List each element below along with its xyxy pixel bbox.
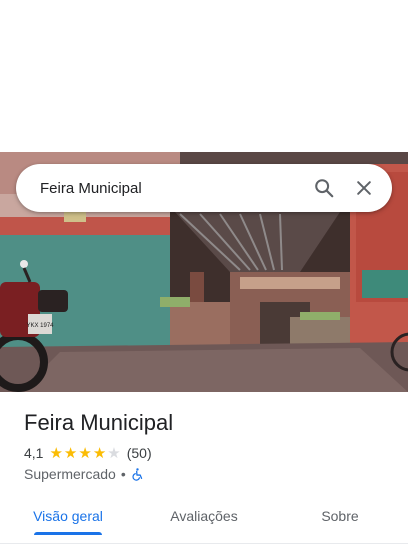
active-tab-indicator [34, 532, 102, 535]
tab-about[interactable]: Sobre [272, 496, 408, 543]
review-count[interactable]: (50) [127, 445, 152, 461]
separator: • [120, 466, 126, 482]
place-title: Feira Municipal [24, 410, 174, 435]
map-blank-area [0, 0, 408, 152]
search-button[interactable] [304, 168, 344, 208]
license-plate-text: YKX 1974 [26, 323, 54, 329]
wheelchair-icon [131, 467, 144, 481]
rating-value: 4,1 [24, 445, 44, 461]
rating-row[interactable]: 4,1 ★ ★ ★ ★ ★ (50) [24, 443, 152, 463]
star-empty-icon: ★ [107, 444, 121, 462]
tab-label: Visão geral [33, 508, 103, 524]
place-category: Supermercado [24, 466, 116, 482]
star-icon: ★ [63, 444, 78, 462]
place-tabs: Visão geral Avaliações Sobre [0, 496, 408, 544]
tab-label: Avaliações [170, 508, 238, 524]
close-icon [357, 181, 371, 195]
search-icon [315, 179, 334, 198]
star-icon: ★ [78, 444, 92, 462]
clear-search-button[interactable] [344, 168, 384, 208]
star-icon: ★ [49, 444, 63, 462]
category-row: Supermercado • [24, 464, 144, 484]
tab-overview[interactable]: Visão geral [0, 496, 136, 543]
star-rating: ★ ★ ★ ★ ★ [49, 446, 121, 461]
search-bar[interactable]: Feira Municipal [16, 164, 392, 212]
tab-label: Sobre [321, 508, 359, 524]
tab-reviews[interactable]: Avaliações [136, 496, 272, 543]
star-icon: ★ [92, 444, 107, 462]
search-input[interactable]: Feira Municipal [40, 180, 304, 197]
